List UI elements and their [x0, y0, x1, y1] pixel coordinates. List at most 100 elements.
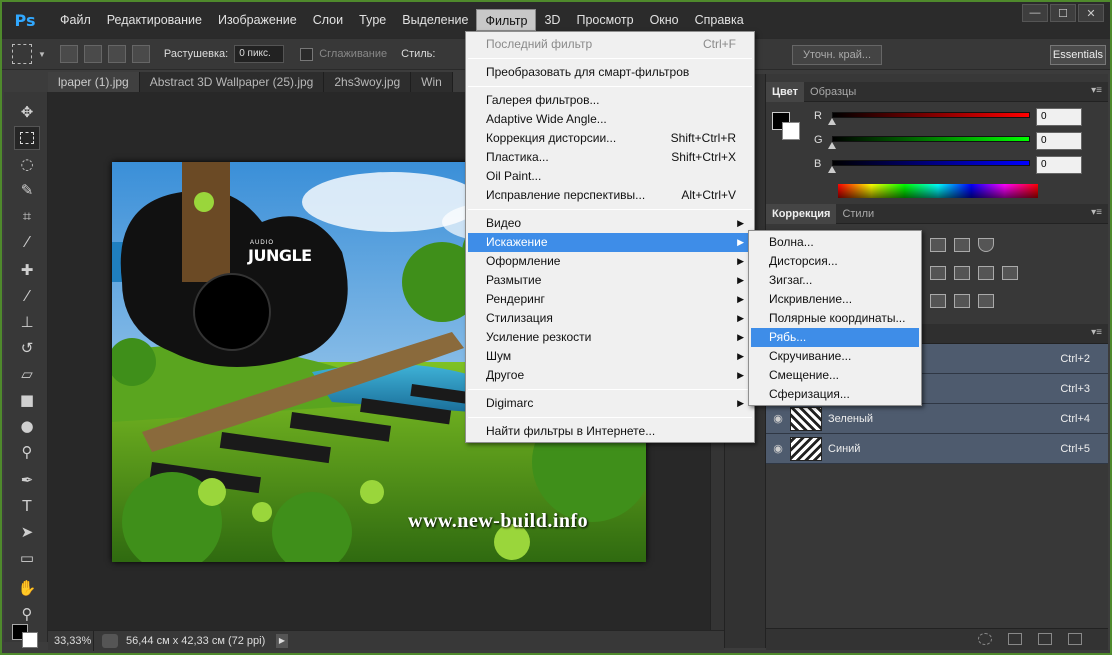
threshold-adjust-icon[interactable] [954, 294, 970, 308]
healing-brush-icon[interactable]: ✚ [14, 258, 40, 282]
feather-input[interactable]: 0 пикс. [234, 45, 285, 63]
menu-item-3[interactable]: Слои [305, 9, 351, 31]
new-selection-button[interactable] [59, 45, 78, 63]
filter-menu-item[interactable]: Другое ▶ [468, 366, 752, 385]
filter-menu-item[interactable]: Галерея фильтров... [468, 91, 752, 110]
menu-item-4[interactable]: Type [351, 9, 394, 31]
posterize-adjust-icon[interactable] [930, 294, 946, 308]
menu-item-0[interactable]: Файл [52, 9, 99, 31]
filter-menu-item[interactable]: Пластика... Shift+Ctrl+X [468, 148, 752, 167]
distort-submenu-item[interactable]: Смещение... [751, 366, 919, 385]
pen-tool-icon[interactable]: ✒ [14, 468, 40, 492]
add-selection-button[interactable] [83, 45, 102, 63]
tab-adjustments[interactable]: Коррекция [766, 203, 837, 224]
menu-item-8[interactable]: Просмотр [568, 9, 641, 31]
tab-document-1[interactable]: lpaper (1).jpg [48, 72, 140, 92]
filter-menu-item[interactable]: Последний фильтр Ctrl+F [468, 35, 752, 54]
filter-menu-item[interactable]: Оформление ▶ [468, 252, 752, 271]
filter-menu-item[interactable]: Adaptive Wide Angle... [468, 110, 752, 129]
load-selection-icon[interactable] [978, 633, 992, 645]
distort-submenu-item[interactable]: Полярные координаты... [751, 309, 919, 328]
blue-gradient[interactable] [832, 160, 1030, 166]
panel-menu-icon[interactable]: ▾≡ [1091, 327, 1102, 338]
chevron-down-icon[interactable]: ▼ [38, 50, 46, 59]
green-value-input[interactable]: 0 [1036, 132, 1082, 150]
trash-icon[interactable] [1068, 633, 1082, 645]
panel-menu-icon[interactable]: ▾≡ [1091, 85, 1102, 96]
type-tool-icon[interactable]: T [14, 494, 40, 518]
red-gradient[interactable] [832, 112, 1030, 118]
save-selection-icon[interactable] [1008, 633, 1022, 645]
eraser-tool-icon[interactable]: ▱ [14, 362, 40, 386]
hand-tool-icon[interactable]: ✋ [14, 576, 40, 600]
marquee-tool-icon[interactable] [14, 126, 40, 150]
filter-menu-item[interactable]: Шум ▶ [468, 347, 752, 366]
filter-menu-item[interactable]: Искажение ▶ [468, 233, 752, 252]
filter-menu-item[interactable]: Видео ▶ [468, 214, 752, 233]
filter-menu-item[interactable]: Oil Paint... [468, 167, 752, 186]
lasso-tool-icon[interactable]: ◌ [14, 152, 40, 176]
blur-tool-icon[interactable]: ● [14, 414, 40, 438]
distort-submenu-item[interactable]: Зигзаг... [751, 271, 919, 290]
red-slider-handle[interactable] [828, 118, 836, 125]
menu-item-2[interactable]: Изображение [210, 9, 305, 31]
tab-swatches[interactable]: Образцы [804, 82, 862, 102]
move-tool-icon[interactable]: ✥ [14, 100, 40, 124]
quick-select-tool-icon[interactable]: ✎ [14, 178, 40, 202]
distort-submenu-item[interactable]: Дисторсия... [751, 252, 919, 271]
new-channel-icon[interactable] [1038, 633, 1052, 645]
green-gradient[interactable] [832, 136, 1030, 142]
curves-adjust-icon[interactable] [954, 238, 970, 252]
green-slider[interactable]: G 0 [814, 132, 1104, 152]
tab-styles[interactable]: Стили [836, 204, 880, 224]
panel-menu-icon[interactable]: ▾≡ [1091, 207, 1102, 218]
distort-submenu-item[interactable]: Рябь... [751, 328, 919, 347]
intersect-selection-button[interactable] [131, 45, 150, 63]
zoom-tool-icon[interactable]: ⚲ [14, 602, 40, 626]
filter-menu-item[interactable]: Рендеринг ▶ [468, 290, 752, 309]
red-value-input[interactable]: 0 [1036, 108, 1082, 126]
zoom-level[interactable]: 33,33% [48, 630, 94, 651]
channel-row-blue[interactable]: ◉ Синий Ctrl+5 [766, 434, 1108, 464]
menu-item-6[interactable]: Фильтр [476, 9, 537, 31]
background-color-swatch[interactable] [22, 632, 38, 648]
crop-tool-icon[interactable]: ⌗ [14, 204, 40, 228]
refine-edge-button[interactable]: Уточн. край... [792, 45, 882, 65]
marquee-preset-icon[interactable] [12, 44, 32, 64]
red-slider[interactable]: R 0 [814, 108, 1104, 128]
blue-slider[interactable]: B 0 [814, 156, 1104, 176]
path-select-tool-icon[interactable]: ➤ [14, 520, 40, 544]
shape-tool-icon[interactable]: ▭ [14, 546, 40, 570]
filter-menu-item[interactable]: Коррекция дисторсии... Shift+Ctrl+R [468, 129, 752, 148]
distort-submenu-item[interactable]: Волна... [751, 233, 919, 252]
color-spectrum[interactable] [838, 184, 1038, 198]
blue-slider-handle[interactable] [828, 166, 836, 173]
visibility-eye-icon[interactable]: ◉ [766, 442, 790, 455]
distort-submenu-item[interactable]: Искривление... [751, 290, 919, 309]
levels-adjust-icon[interactable] [930, 238, 946, 252]
gradient-tool-icon[interactable]: ■ [14, 388, 40, 412]
menu-item-7[interactable]: 3D [536, 9, 568, 31]
antialias-checkbox[interactable] [300, 47, 314, 61]
gradient-map-adjust-icon[interactable] [978, 294, 994, 308]
dodge-tool-icon[interactable]: ⚲ [14, 440, 40, 464]
distort-submenu-item[interactable]: Сферизация... [751, 385, 919, 404]
bw-adjust-icon[interactable] [954, 266, 970, 280]
color-balance-adjust-icon[interactable] [930, 266, 946, 280]
filter-menu-item[interactable]: Усиление резкости ▶ [468, 328, 752, 347]
channel-row-green[interactable]: ◉ Зеленый Ctrl+4 [766, 404, 1108, 434]
menu-item-9[interactable]: Окно [642, 9, 687, 31]
menu-item-1[interactable]: Редактирование [99, 9, 210, 31]
eyedropper-tool-icon[interactable]: ⁄ [14, 230, 40, 254]
color-lookup-adjust-icon[interactable] [1002, 266, 1018, 280]
filter-menu-item[interactable]: Исправление перспективы... Alt+Ctrl+V [468, 186, 752, 205]
menu-item-5[interactable]: Выделение [394, 9, 476, 31]
maximize-button[interactable]: ☐ [1050, 4, 1076, 22]
minimize-button[interactable]: — [1022, 4, 1048, 22]
channel-mixer-adjust-icon[interactable] [978, 266, 994, 280]
filter-menu-item[interactable]: Преобразовать для смарт-фильтров [468, 63, 752, 82]
distort-submenu-item[interactable]: Скручивание... [751, 347, 919, 366]
tab-document-4[interactable]: Win [411, 72, 453, 92]
filter-menu-item[interactable]: Найти фильтры в Интернете... [468, 422, 752, 441]
status-menu-arrow-icon[interactable]: ▶ [276, 633, 288, 648]
